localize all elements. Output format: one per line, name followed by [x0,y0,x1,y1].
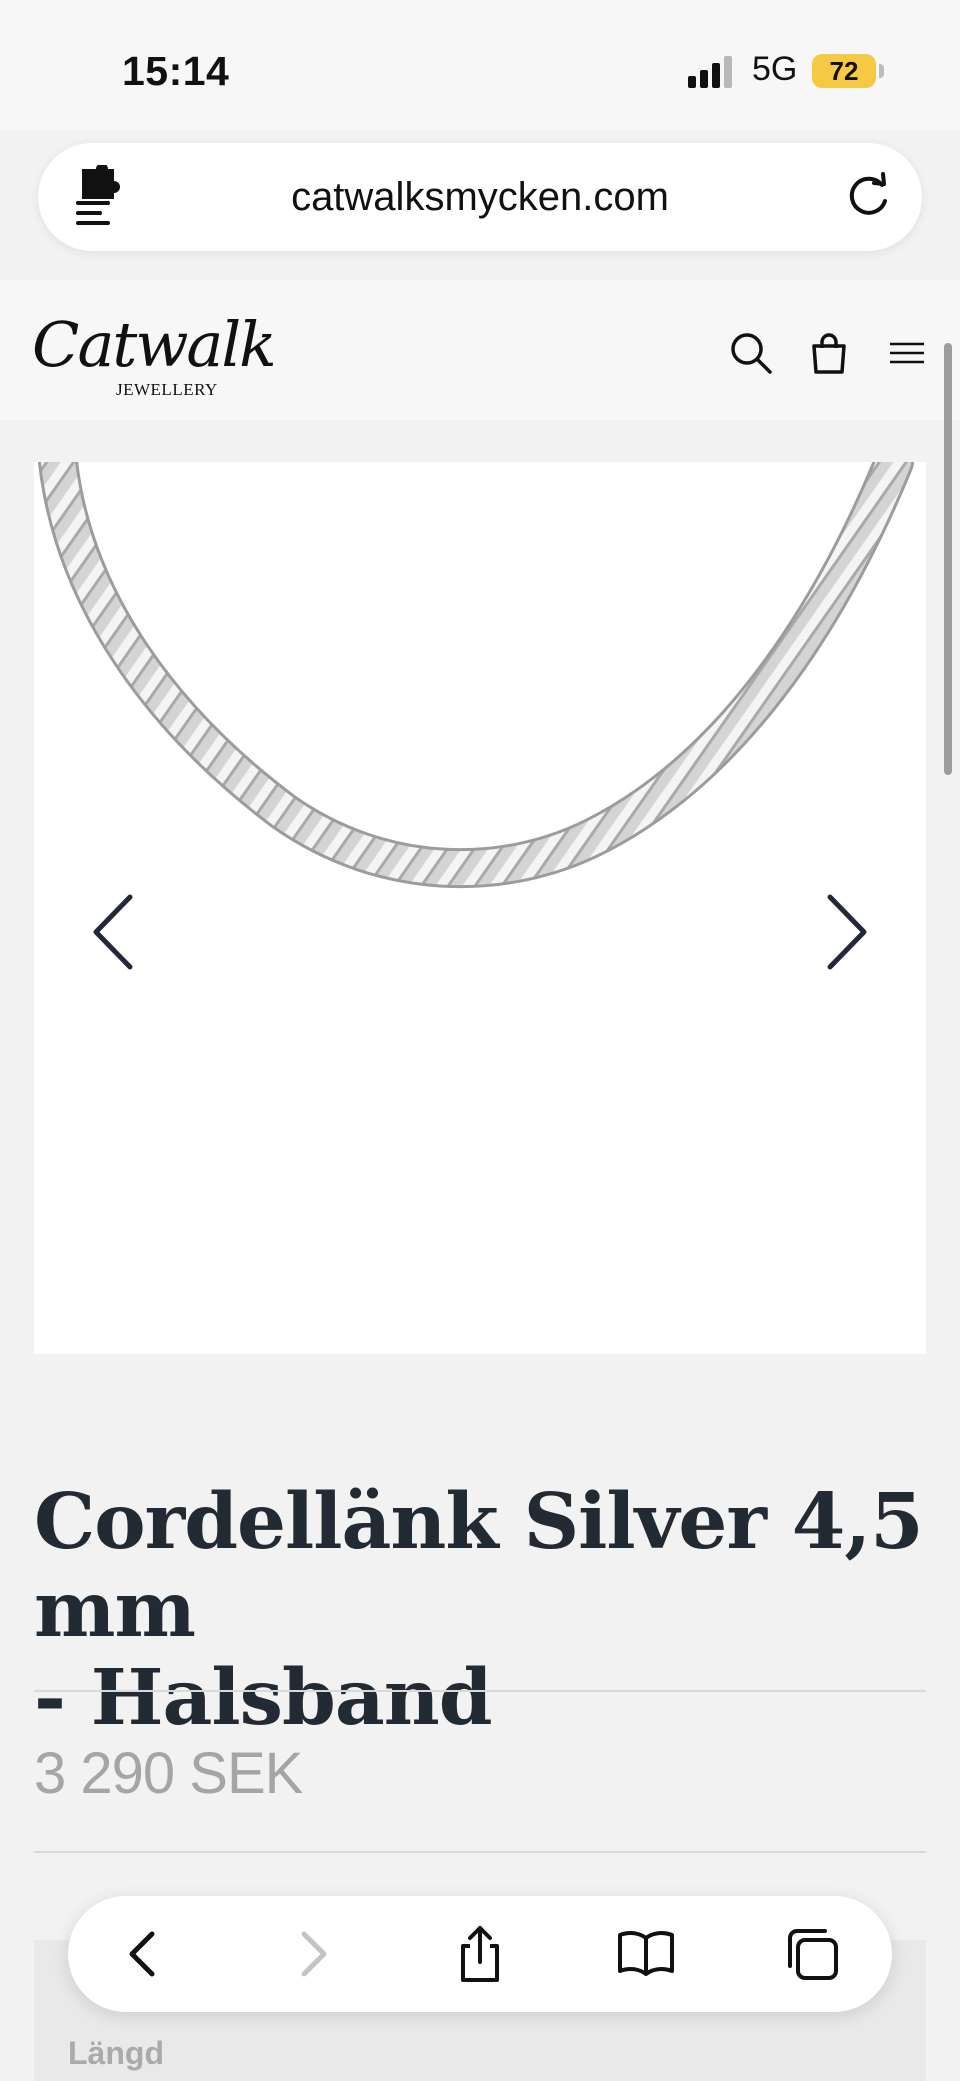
product-image-gallery[interactable] [34,462,926,1354]
network-type: 5G [752,50,798,88]
back-icon[interactable] [114,1924,174,1984]
site-header: Catwalk JEWELLERY [0,280,960,420]
next-image-arrow-icon[interactable] [814,887,874,977]
previous-image-arrow-icon[interactable] [86,887,146,977]
site-logo[interactable]: Catwalk JEWELLERY [32,308,277,408]
forward-icon[interactable] [282,1924,342,1984]
address-bar[interactable]: catwalksmycken.com [38,143,922,251]
battery-tip [879,64,884,78]
share-icon[interactable] [450,1924,510,1984]
logo-script: Catwalk [32,308,277,381]
logo-subtitle: JEWELLERY [116,380,218,399]
page-scrollbar[interactable] [944,343,952,775]
url-text[interactable]: catwalksmycken.com [38,143,922,251]
divider [34,1851,926,1853]
silver-rope-chain-image [38,462,914,889]
status-time: 15:14 [122,48,230,94]
signal-icon [688,56,732,88]
shopping-bag-icon[interactable] [806,330,852,376]
product-title: Cordellänk Silver 4,5 mm - Halsband [34,1478,934,1742]
product-price: 3 290 SEK [34,1741,303,1806]
browser-toolbar [68,1896,892,2012]
battery-level: 72 [829,56,859,86]
product-title-line2: - Halsband [34,1653,493,1743]
reload-icon[interactable] [842,171,894,223]
status-bar: 15:14 5G 72 [0,0,960,130]
product-title-line1: Cordellänk Silver 4,5 mm [34,1477,924,1655]
battery-icon: 72 [812,54,876,88]
search-icon[interactable] [728,330,774,376]
bookmarks-icon[interactable] [616,1924,676,1984]
divider [34,1690,926,1692]
tabs-icon[interactable] [782,1924,842,1984]
length-option-label: Längd [68,2035,164,2071]
hamburger-menu-icon[interactable] [884,330,930,376]
